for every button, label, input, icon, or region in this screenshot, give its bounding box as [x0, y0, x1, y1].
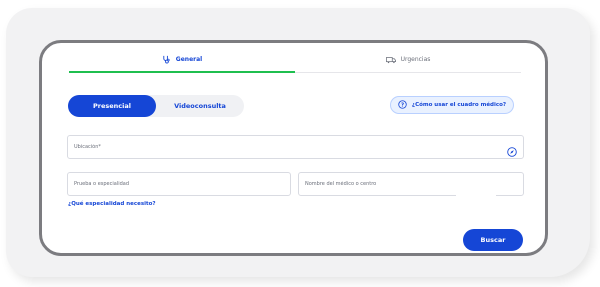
- option-videoconsulta[interactable]: Videoconsulta: [156, 95, 244, 117]
- tab-urgencias[interactable]: Urgencias: [295, 51, 521, 68]
- specialty-field[interactable]: [67, 172, 291, 196]
- tab-general[interactable]: General: [69, 51, 295, 68]
- doctor-input[interactable]: [303, 180, 523, 188]
- tab-general-label: General: [175, 56, 203, 63]
- search-panel: General Urgencias Presencial Videoconsul…: [39, 40, 548, 256]
- specialty-input[interactable]: [72, 180, 290, 188]
- option-presencial[interactable]: Presencial: [68, 95, 156, 117]
- help-circle-icon: ?: [398, 99, 407, 111]
- specialty-help-link[interactable]: ¿Qué especialidad necesito?: [68, 201, 156, 207]
- active-tab-indicator: [69, 71, 295, 73]
- location-input[interactable]: [72, 143, 523, 151]
- how-to-use-button[interactable]: ? ¿Cómo usar el cuadro médico?: [390, 96, 514, 114]
- svg-text:?: ?: [401, 102, 404, 108]
- ambulance-icon: [385, 56, 396, 64]
- how-to-use-label: ¿Cómo usar el cuadro médico?: [411, 102, 507, 108]
- location-field[interactable]: [67, 135, 524, 159]
- compass-icon[interactable]: [507, 142, 517, 157]
- tab-bar: General Urgencias: [69, 51, 521, 73]
- tab-divider: [295, 72, 521, 73]
- search-button[interactable]: Buscar: [463, 229, 523, 251]
- doctor-field[interactable]: [298, 172, 524, 196]
- stethoscope-icon: [162, 55, 171, 64]
- consultation-mode-toggle: Presencial Videoconsulta: [68, 95, 244, 117]
- tab-urgencias-label: Urgencias: [400, 56, 431, 63]
- field-border-gap: [456, 195, 496, 200]
